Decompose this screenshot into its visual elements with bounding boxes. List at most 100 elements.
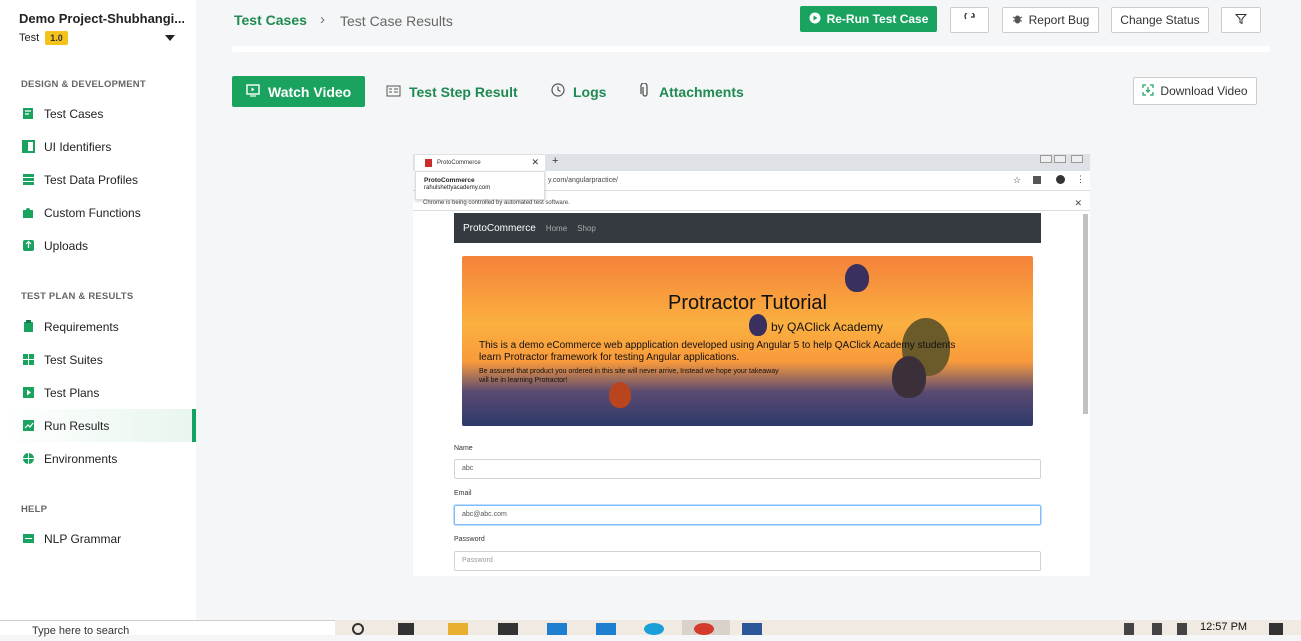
browser-tab-strip: ProtoCommerce ✕ +	[413, 154, 1090, 171]
clock-icon	[551, 83, 565, 100]
balloon-shape	[892, 356, 926, 398]
address-text: y.com/angularpractice/	[548, 177, 618, 184]
sidebar-item-custom-functions[interactable]: Custom Functions	[0, 196, 196, 229]
content-card-edge	[232, 46, 1270, 52]
sidebar-item-ui-identifiers[interactable]: UI Identifiers	[0, 130, 196, 163]
tab-logs[interactable]: Logs	[551, 76, 606, 107]
globe-icon	[22, 452, 35, 465]
list-icon	[386, 84, 401, 100]
sidebar-item-label: Uploads	[44, 238, 89, 253]
star-icon: ☆	[1013, 175, 1022, 185]
profile-icon	[1056, 175, 1065, 184]
sidebar-item-test-plans[interactable]: Test Plans	[0, 376, 196, 409]
sidebar-item-run-results[interactable]: Run Results	[0, 409, 196, 442]
upload-icon	[22, 239, 35, 252]
password-label: Password	[454, 536, 485, 543]
taskbar-search[interactable]: Type here to search	[0, 620, 335, 637]
rerun-button[interactable]: Re-Run Test Case	[800, 6, 937, 32]
grid-icon	[22, 353, 35, 366]
video-player[interactable]: ProtoCommerce ✕ + y.com/angularpractice/…	[413, 154, 1090, 576]
download-video-button[interactable]: Download Video	[1133, 77, 1257, 105]
sidebar-item-label: UI Identifiers	[44, 139, 112, 154]
report-bug-button[interactable]: Report Bug	[1002, 7, 1099, 33]
nav-link-home: Home	[545, 223, 568, 233]
app-icon[interactable]	[547, 623, 567, 635]
email-label: Email	[454, 490, 472, 497]
taskbar-clock[interactable]: 12:57 PM	[1200, 621, 1247, 633]
hero-banner: Protractor Tutorial by QAClick Academy T…	[462, 256, 1033, 426]
tray-icon[interactable]	[1152, 623, 1162, 635]
sidebar-item-test-cases[interactable]: Test Cases	[0, 97, 196, 130]
change-status-label: Change Status	[1120, 13, 1200, 27]
new-tab-icon: +	[552, 155, 559, 167]
bug-icon	[1012, 13, 1023, 27]
sidebar-item-nlp-grammar[interactable]: NLP Grammar	[0, 522, 196, 555]
breadcrumb-test-cases[interactable]: Test Cases	[234, 12, 307, 28]
tab-label: Attachments	[659, 83, 744, 100]
filter-button[interactable]	[1221, 7, 1261, 33]
refresh-button[interactable]	[950, 7, 989, 33]
notifications-icon[interactable]	[1269, 623, 1283, 635]
balloon-shape	[749, 314, 767, 336]
email-field: abc@abc.com	[454, 505, 1041, 525]
version-badge: 1.0	[45, 31, 68, 45]
app-icon[interactable]	[596, 623, 616, 635]
tab-label: Logs	[573, 83, 607, 100]
project-name[interactable]: Demo Project-Shubhangi...	[19, 11, 184, 26]
browser-tab-title: ProtoCommerce	[437, 160, 481, 166]
edge-icon[interactable]	[644, 623, 664, 635]
sidebar-item-label: Environments	[44, 451, 118, 466]
download-icon	[1142, 83, 1155, 99]
video-icon	[246, 83, 260, 100]
tooltip-url: rahulshettyacademy.com	[424, 185, 491, 191]
browser-tab: ProtoCommerce ✕	[415, 155, 545, 171]
tray-icon[interactable]	[1177, 623, 1187, 635]
chrome-icon[interactable]	[694, 623, 714, 635]
sidebar-item-label: Requirements	[44, 319, 119, 334]
balloon-shape	[845, 264, 869, 292]
caret-down-icon[interactable]	[165, 35, 175, 41]
sidebar-item-label: Test Cases	[44, 106, 104, 121]
version-selector[interactable]: Test 1.0	[19, 31, 68, 45]
tab-attachments[interactable]: Attachments	[639, 76, 744, 107]
puzzle-icon	[22, 206, 35, 219]
test-cases-icon	[22, 107, 35, 120]
close-icon: ✕	[531, 157, 539, 167]
minimize-icon	[1040, 155, 1052, 163]
play-icon	[22, 386, 35, 399]
section-test-plan-results: TEST PLAN & RESULTS	[21, 291, 134, 302]
sidebar-item-uploads[interactable]: Uploads	[0, 229, 196, 262]
clipboard-icon	[22, 320, 35, 333]
automation-infobar: Chrome is being controlled by automated …	[413, 195, 1090, 211]
balloon-shape	[609, 382, 631, 408]
store-icon[interactable]	[498, 623, 518, 635]
banner-line: Be assured that product you ordered in t…	[479, 368, 779, 375]
word-icon[interactable]	[742, 623, 762, 635]
cortana-icon[interactable]	[352, 623, 364, 635]
banner-subtitle: by QAClick Academy	[771, 320, 884, 334]
tray-icon[interactable]	[1124, 623, 1134, 635]
refresh-icon	[963, 10, 976, 28]
password-field: Password	[454, 551, 1041, 571]
section-help: HELP	[21, 504, 48, 515]
page-scrollbar	[1083, 214, 1088, 414]
filter-icon	[1234, 13, 1248, 28]
report-bug-label: Report Bug	[1028, 13, 1090, 27]
file-explorer-icon[interactable]	[448, 623, 468, 635]
sidebar-item-test-suites[interactable]: Test Suites	[0, 343, 196, 376]
change-status-button[interactable]: Change Status	[1111, 7, 1209, 33]
sidebar-item-requirements[interactable]: Requirements	[0, 310, 196, 343]
sidebar-item-label: Test Data Profiles	[44, 172, 139, 187]
chevron-right-icon: ›	[320, 11, 325, 28]
sidebar-item-label: Test Plans	[44, 385, 100, 400]
angular-favicon-icon	[425, 159, 432, 167]
task-view-icon[interactable]	[398, 623, 414, 635]
close-icon: ✕	[1074, 198, 1082, 208]
tab-test-step-result[interactable]: Test Step Result	[386, 76, 518, 107]
sidebar-item-environments[interactable]: Environments	[0, 442, 196, 475]
play-circle-icon	[809, 12, 821, 27]
tab-label: Watch Video	[268, 83, 352, 100]
sidebar-item-test-data-profiles[interactable]: Test Data Profiles	[0, 163, 196, 196]
ui-identifiers-icon	[22, 140, 35, 153]
tab-watch-video[interactable]: Watch Video	[232, 76, 366, 107]
